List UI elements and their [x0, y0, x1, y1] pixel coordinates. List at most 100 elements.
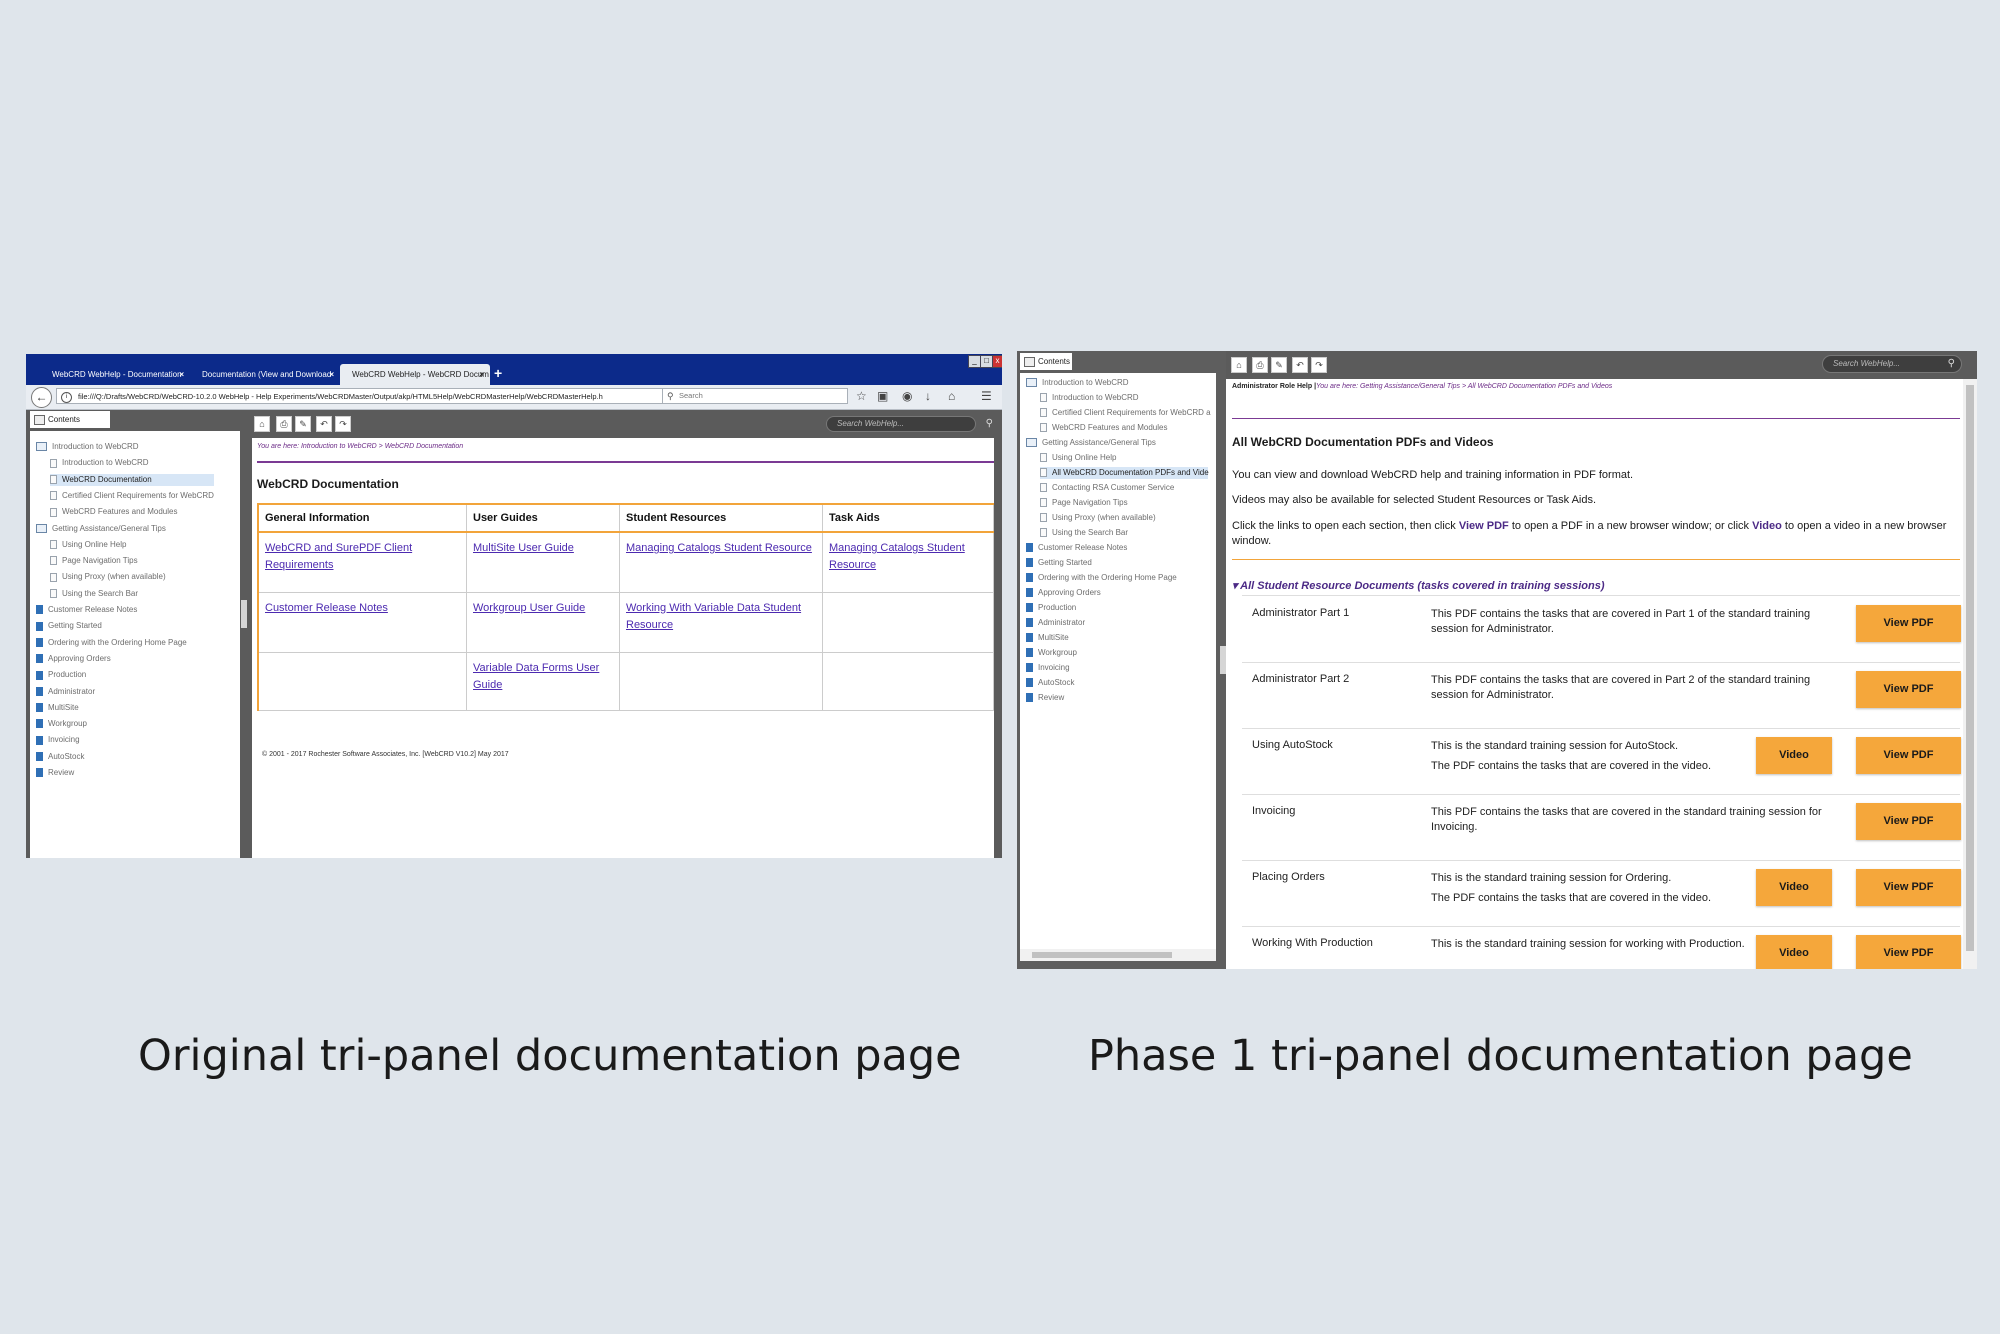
undo-arrow-icon[interactable]: ↶	[316, 416, 332, 432]
toc-item[interactable]: All WebCRD Documentation PDFs and Vide	[1040, 467, 1209, 479]
webhelp-search-input[interactable]: Search WebHelp... ⚲	[1822, 355, 1962, 373]
close-icon[interactable]: ×	[329, 364, 334, 385]
scrollbar-thumb[interactable]	[1966, 385, 1974, 951]
browser-tab-3-active[interactable]: WebCRD WebHelp - WebCRD Docum ×	[340, 364, 490, 385]
toc-item[interactable]: Administrator	[36, 686, 95, 698]
info-icon[interactable]: i	[61, 391, 72, 403]
home-icon[interactable]: ⌂	[948, 389, 955, 403]
horizontal-scrollbar[interactable]	[1020, 949, 1216, 961]
toc-item[interactable]: WebCRD Features and Modules	[50, 506, 177, 518]
search-icon[interactable]: ⚲	[986, 417, 993, 431]
view-pdf-button[interactable]: View PDF	[1856, 869, 1961, 906]
toc-item[interactable]: Certified Client Requirements for WebCRD	[50, 490, 214, 502]
home-icon[interactable]: ⌂	[1231, 357, 1247, 373]
toc-item[interactable]: Introduction to WebCRD	[36, 441, 139, 453]
toc-item[interactable]: WebCRD Documentation	[50, 473, 214, 486]
doc-link[interactable]: Managing Catalogs Student Resource	[626, 542, 812, 554]
toc-item[interactable]: Contacting RSA Customer Service	[1040, 482, 1174, 494]
toc-item[interactable]: WebCRD Features and Modules	[1040, 422, 1167, 434]
undo-arrow-icon[interactable]: ↶	[1292, 357, 1308, 373]
toc-item[interactable]: Workgroup	[36, 718, 87, 730]
tab-contents[interactable]: Contents	[30, 411, 110, 428]
toc-item[interactable]: MultiSite	[36, 702, 79, 714]
toc-item[interactable]: Customer Release Notes	[36, 604, 137, 616]
toc-item[interactable]: Administrator	[1026, 617, 1085, 629]
vertical-scrollbar[interactable]	[1963, 379, 1977, 969]
scrollbar-thumb[interactable]	[1032, 952, 1172, 958]
doc-link[interactable]: Managing Catalogs Student Resource	[829, 542, 965, 571]
toc-item[interactable]: Workgroup	[1026, 647, 1077, 659]
doc-link[interactable]: Customer Release Notes	[265, 602, 388, 614]
video-button[interactable]: Video	[1756, 737, 1832, 774]
doc-link[interactable]: Working With Variable Data Student Resou…	[626, 602, 801, 631]
toc-item[interactable]: Introduction to WebCRD	[1040, 392, 1139, 404]
new-tab-button[interactable]: +	[494, 365, 502, 381]
clipboard-icon[interactable]: ▣	[877, 389, 888, 403]
toc-item[interactable]: Ordering with the Ordering Home Page	[36, 637, 187, 649]
toc-item[interactable]: Getting Assistance/General Tips	[1026, 437, 1156, 449]
toc-item[interactable]: Getting Assistance/General Tips	[36, 523, 166, 535]
redo-arrow-icon[interactable]: ↷	[1311, 357, 1327, 373]
star-icon[interactable]: ☆	[856, 389, 867, 403]
toc-item[interactable]: Using Online Help	[1040, 452, 1116, 464]
close-icon[interactable]: ×	[479, 364, 484, 385]
pdf-icon[interactable]: ✎	[1271, 357, 1287, 373]
toc-item[interactable]: Production	[36, 669, 86, 681]
view-pdf-button[interactable]: View PDF	[1856, 605, 1961, 642]
redo-arrow-icon[interactable]: ↷	[335, 416, 351, 432]
arrow-left-icon[interactable]: ←	[31, 387, 52, 408]
toc-item[interactable]: Page Navigation Tips	[50, 555, 138, 567]
browser-search-input[interactable]: ⚲ Search	[662, 388, 848, 404]
view-pdf-button[interactable]: View PDF	[1856, 671, 1961, 708]
toc-item[interactable]: Using the Search Bar	[1040, 527, 1128, 539]
toc-item[interactable]: Review	[1026, 692, 1064, 704]
toc-item[interactable]: Invoicing	[1026, 662, 1070, 674]
toc-item[interactable]: Using the Search Bar	[50, 588, 138, 600]
video-button[interactable]: Video	[1756, 869, 1832, 906]
pdf-icon[interactable]: ✎	[295, 416, 311, 432]
doc-link[interactable]: Variable Data Forms User Guide	[473, 662, 599, 691]
print-icon[interactable]: ⎙	[1252, 357, 1268, 373]
toc-item[interactable]: Using Proxy (when available)	[1040, 512, 1156, 524]
toc-item[interactable]: MultiSite	[1026, 632, 1069, 644]
print-icon[interactable]: ⎙	[276, 416, 292, 432]
toc-item[interactable]: Invoicing	[36, 734, 80, 746]
pocket-icon[interactable]: ◉	[902, 389, 912, 403]
home-icon[interactable]: ⌂	[254, 416, 270, 432]
view-pdf-button[interactable]: View PDF	[1856, 935, 1961, 969]
toc-item[interactable]: Certified Client Requirements for WebCRD…	[1040, 407, 1211, 419]
tab-contents[interactable]: Contents	[1020, 353, 1072, 370]
close-window-icon[interactable]: x	[992, 355, 1002, 368]
toc-item[interactable]: Production	[1026, 602, 1076, 614]
webhelp-search-input[interactable]: Search WebHelp... ⚲	[826, 416, 993, 432]
toc-item[interactable]: Customer Release Notes	[1026, 542, 1127, 554]
video-button[interactable]: Video	[1756, 935, 1832, 969]
close-icon[interactable]: ×	[179, 364, 184, 385]
browser-tab-1[interactable]: WebCRD WebHelp - Documentation ×	[40, 364, 190, 385]
toc-item[interactable]: AutoStock	[1026, 677, 1074, 689]
search-icon[interactable]: ⚲	[1948, 356, 1955, 372]
toc-item[interactable]: AutoStock	[36, 751, 84, 763]
browser-tab-2[interactable]: Documentation (View and Download ×	[190, 364, 340, 385]
toc-item[interactable]: Using Online Help	[50, 539, 126, 551]
toc-item[interactable]: Page Navigation Tips	[1040, 497, 1128, 509]
toc-item[interactable]: Approving Orders	[1026, 587, 1101, 599]
toc-item[interactable]: Introduction to WebCRD	[50, 457, 149, 469]
doc-link[interactable]: MultiSite User Guide	[473, 542, 574, 554]
menu-icon[interactable]: ☰	[981, 389, 992, 403]
view-pdf-button[interactable]: View PDF	[1856, 803, 1961, 840]
toc-item[interactable]: Getting Started	[36, 620, 102, 632]
toc-item[interactable]: Getting Started	[1026, 557, 1092, 569]
address-bar[interactable]: i file:///Q:/Drafts/WebCRD/WebCRD-10.2.0 …	[56, 388, 683, 404]
toc-item[interactable]: Approving Orders	[36, 653, 111, 665]
toc-item[interactable]: Review	[36, 767, 74, 779]
doc-link[interactable]: WebCRD and SurePDF Client Requirements	[265, 542, 412, 571]
toc-item[interactable]: Ordering with the Ordering Home Page	[1026, 572, 1177, 584]
toc-item[interactable]: Using Proxy (when available)	[50, 571, 166, 583]
download-icon[interactable]: ↓	[925, 389, 931, 403]
view-pdf-button[interactable]: View PDF	[1856, 737, 1961, 774]
toc-item[interactable]: Introduction to WebCRD	[1026, 377, 1129, 389]
section-toggle[interactable]: ▾ All Student Resource Documents (tasks …	[1232, 579, 1605, 592]
doc-link[interactable]: Workgroup User Guide	[473, 602, 585, 614]
panel-splitter[interactable]	[241, 600, 247, 628]
